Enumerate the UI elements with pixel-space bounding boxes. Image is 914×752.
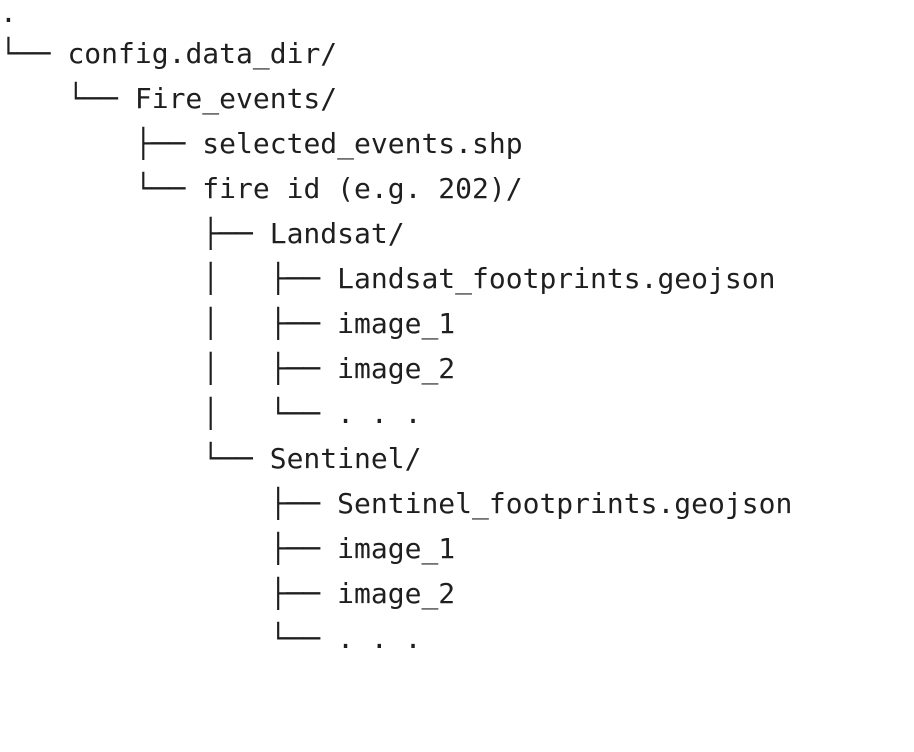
ellipsis-label: . . . [337,622,422,655]
tree-line-sentinel-image-2: ├── image_2 [0,571,455,616]
tree-branch-connector: │ ├── [0,352,338,385]
tree-line-landsat-image-2: │ ├── image_2 [0,346,455,391]
folder-label: Fire_events/ [134,82,338,115]
folder-label: Sentinel/ [269,442,422,475]
tree-line-fire-id: └── fire id (e.g. 202)/ [0,166,523,211]
tree-line-sentinel-image-1: ├── image_1 [0,526,455,571]
file-label: Sentinel_footprints.geojson [337,487,793,520]
tree-line-landsat-image-1: │ ├── image_1 [0,301,455,346]
file-label: image_2 [337,352,456,385]
tree-branch-connector: └── [0,37,68,70]
tree-line-landsat: ├── Landsat/ [0,211,405,256]
tree-line-selected-events: ├── selected_events.shp [0,121,523,166]
folder-label: config.data_dir/ [67,37,338,70]
tree-branch-connector: └── [0,82,135,115]
ellipsis-label: . . . [337,397,422,430]
tree-line-config-data-dir: └── config.data_dir/ [0,31,337,76]
tree-branch-connector: └── [0,622,338,655]
tree-branch-connector: │ ├── [0,307,338,340]
file-label: image_1 [337,532,456,565]
folder-label: Landsat/ [269,217,405,250]
tree-branch-connector: │ └── [0,397,338,430]
file-label: image_2 [337,577,456,610]
tree-line-root: . [0,0,17,35]
tree-line-sentinel-footprints: ├── Sentinel_footprints.geojson [0,481,793,526]
tree-line-landsat-ellipsis: │ └── . . . [0,391,421,436]
tree-line-sentinel: └── Sentinel/ [0,436,421,481]
file-label: selected_events.shp [202,127,523,160]
tree-branch-connector: └── [0,442,270,475]
tree-branch-connector: ├── [0,577,338,610]
tree-branch-connector: ├── [0,217,270,250]
tree-line-landsat-footprints: │ ├── Landsat_footprints.geojson [0,256,775,301]
file-label: image_1 [337,307,456,340]
tree-branch-connector: │ ├── [0,262,338,295]
tree-line-fire-events: └── Fire_events/ [0,76,337,121]
file-label: Landsat_footprints.geojson [337,262,776,295]
folder-label: fire id (e.g. 202)/ [202,172,523,205]
tree-branch-connector: ├── [0,127,203,160]
tree-root-label: . [0,0,17,29]
tree-line-sentinel-ellipsis: └── . . . [0,616,422,661]
tree-branch-connector: └── [0,172,203,205]
tree-branch-connector: ├── [0,532,338,565]
directory-tree: . └── config.data_dir/ └── Fire_events/ … [0,0,914,752]
tree-branch-connector: ├── [0,487,338,520]
